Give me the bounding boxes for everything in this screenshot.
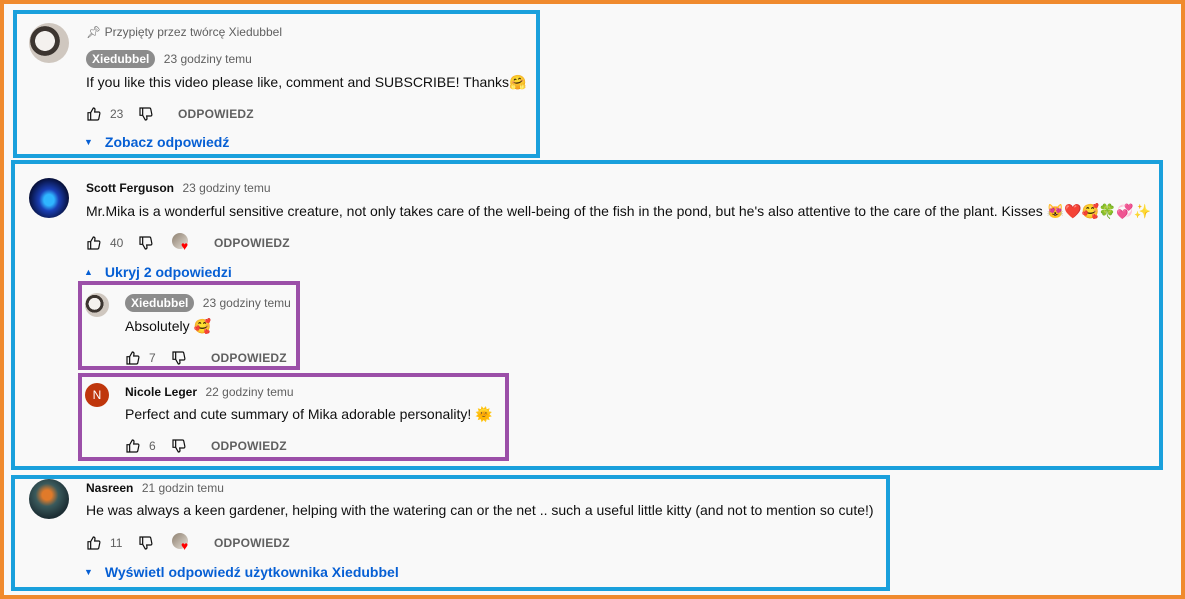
reply-button[interactable]: ODPOWIEDZ (211, 439, 287, 453)
reply-header: Nicole Leger 22 godziny temu (125, 384, 294, 400)
like-count: 11 (110, 536, 123, 550)
comment-header: Xiedubbel 23 godziny temu (86, 50, 252, 68)
comment-header: Nasreen 21 godzin temu (86, 480, 224, 496)
hide-replies-button[interactable]: ▲ Ukryj 2 odpowiedzi (84, 264, 232, 280)
like-count: 6 (149, 439, 156, 453)
reply-text: Perfect and cute summary of Mika adorabl… (125, 406, 493, 422)
comment-actions: 23 ODPOWIEDZ (86, 104, 254, 124)
caret-up-icon: ▲ (84, 267, 93, 277)
show-replies-button[interactable]: ▼ Wyświetl odpowiedź użytkownika Xiedubb… (84, 564, 399, 580)
author-name[interactable]: Nasreen (86, 481, 133, 495)
creator-badge[interactable]: Xiedubbel (125, 294, 195, 312)
dislike-icon[interactable] (138, 235, 154, 251)
reply-time[interactable]: 23 godziny temu (203, 296, 291, 310)
like-icon[interactable] (86, 235, 102, 251)
comment-text: If you like this video please like, comm… (86, 74, 527, 90)
avatar-letter[interactable]: N (85, 383, 109, 407)
comment-actions: 40 ♥ ODPOWIEDZ (86, 233, 290, 253)
author-name[interactable]: Scott Ferguson (86, 181, 174, 195)
pin-icon: 📌︎ (86, 25, 102, 39)
comment-header: Scott Ferguson 23 godziny temu (86, 180, 271, 196)
dislike-icon[interactable] (138, 106, 154, 122)
like-icon[interactable] (125, 350, 141, 366)
reply-header: Xiedubbel 23 godziny temu (125, 294, 291, 312)
author-name[interactable]: Nicole Leger (125, 385, 197, 399)
like-icon[interactable] (86, 106, 102, 122)
hide-replies-label: Ukryj 2 odpowiedzi (104, 264, 232, 280)
avatar[interactable] (29, 23, 69, 63)
reply-actions: 7 ODPOWIEDZ (125, 348, 287, 368)
reply-button[interactable]: ODPOWIEDZ (211, 351, 287, 365)
creator-badge[interactable]: Xiedubbel (86, 50, 156, 68)
show-replies-label: Zobacz odpowiedź (104, 134, 230, 150)
dislike-icon[interactable] (171, 350, 187, 366)
dislike-icon[interactable] (138, 535, 154, 551)
caret-down-icon: ▼ (84, 567, 93, 577)
creator-heart-icon: ♥ (172, 533, 192, 553)
like-count: 23 (110, 107, 124, 121)
avatar[interactable] (29, 178, 69, 218)
like-count: 7 (149, 351, 156, 365)
reply-button[interactable]: ODPOWIEDZ (214, 536, 290, 550)
reply-button[interactable]: ODPOWIEDZ (214, 236, 290, 250)
creator-heart-icon: ♥ (172, 233, 192, 253)
comment-time[interactable]: 21 godzin temu (142, 481, 224, 495)
comment-time[interactable]: 23 godziny temu (164, 52, 252, 66)
avatar[interactable] (85, 293, 109, 317)
pinned-text: Przypięty przez twórcę Xiedubbel (104, 25, 282, 39)
dislike-icon[interactable] (171, 438, 187, 454)
like-icon[interactable] (125, 438, 141, 454)
comment-text: Mr.Mika is a wonderful sensitive creatur… (86, 203, 1152, 219)
reply-time[interactable]: 22 godziny temu (205, 385, 293, 399)
show-replies-button[interactable]: ▼ Zobacz odpowiedź (84, 134, 229, 150)
comment-actions: 11 ♥ ODPOWIEDZ (86, 533, 290, 553)
avatar[interactable] (29, 479, 69, 519)
reply-text: Absolutely 🥰 (125, 318, 211, 334)
comment-text: He was always a keen gardener, helping w… (86, 502, 874, 518)
show-replies-label: Wyświetl odpowiedź użytkownika Xiedubbel (104, 564, 399, 580)
pinned-label: 📌︎ Przypięty przez twórcę Xiedubbel (86, 25, 282, 39)
caret-down-icon: ▼ (84, 137, 93, 147)
like-icon[interactable] (86, 535, 102, 551)
reply-actions: 6 ODPOWIEDZ (125, 436, 287, 456)
comment-time[interactable]: 23 godziny temu (182, 181, 270, 195)
like-count: 40 (110, 236, 124, 250)
reply-button[interactable]: ODPOWIEDZ (178, 107, 254, 121)
